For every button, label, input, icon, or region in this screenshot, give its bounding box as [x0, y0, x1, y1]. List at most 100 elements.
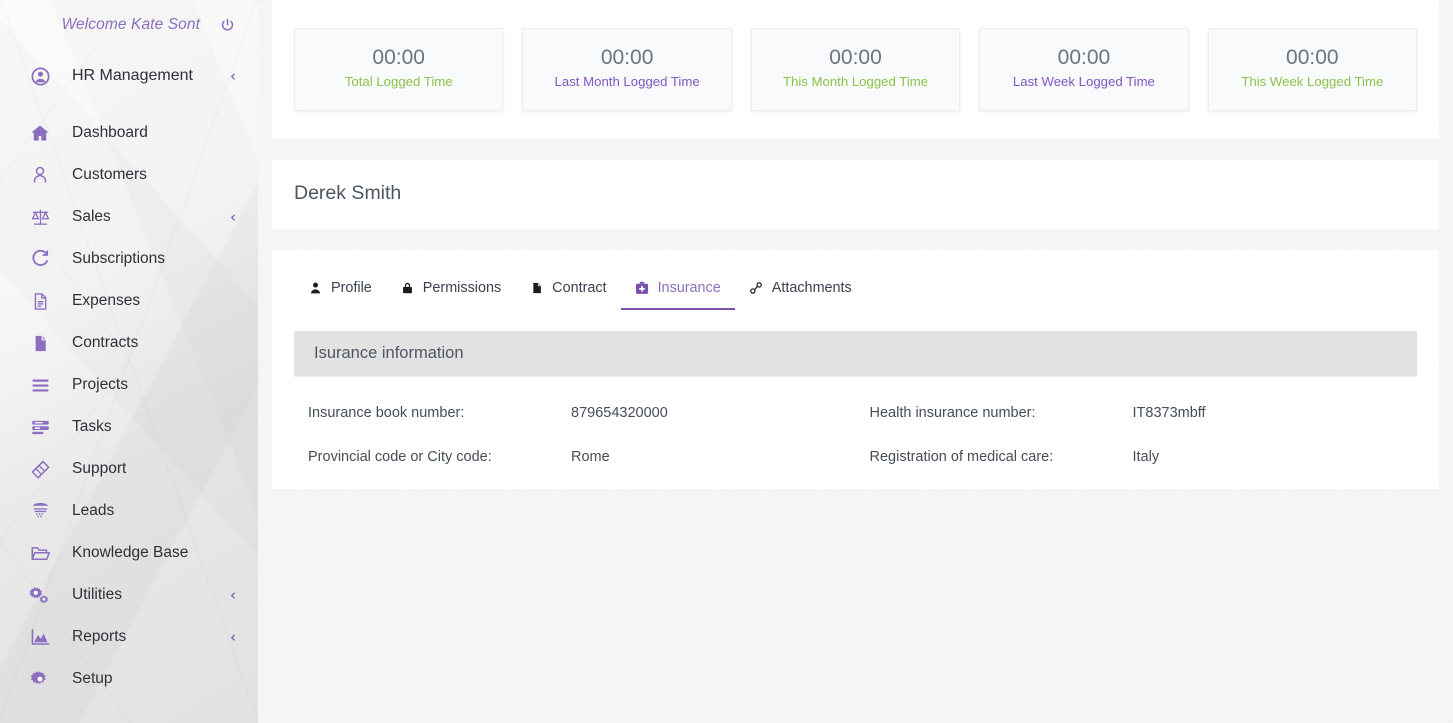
sidebar-item-label: Projects	[72, 376, 128, 393]
funnel-icon	[28, 501, 52, 522]
medkit-icon	[635, 280, 650, 295]
info-value: Italy	[1132, 448, 1160, 465]
chevron-left-icon[interactable]: ‹	[230, 68, 236, 84]
employee-header-panel: Derek Smith	[272, 159, 1439, 229]
area-chart-icon	[28, 627, 52, 648]
panel-spacer	[258, 139, 1453, 160]
sidebar-item-sales[interactable]: Sales ‹	[0, 196, 258, 238]
tab-contract[interactable]: Contract	[515, 272, 620, 310]
info-value: 879654320000	[571, 404, 668, 421]
sidebar: Welcome Kate Sont HR Management ‹ Dashbo…	[0, 0, 258, 723]
chevron-left-icon[interactable]: ‹	[230, 209, 236, 225]
stat-card-last-week-logged-time: 00:00 Last Week Logged Time	[979, 28, 1189, 111]
scales-icon	[28, 207, 52, 228]
tab-label: Attachments	[771, 279, 852, 296]
stat-card-this-month-logged-time: 00:00 This Month Logged Time	[750, 28, 961, 111]
section-divider	[294, 375, 1417, 397]
info-row: Provincial code or City code: Rome Regis…	[294, 449, 1417, 465]
chevron-left-icon[interactable]: ‹	[230, 629, 236, 645]
stat-value: 00:00	[1286, 46, 1339, 69]
stat-card-last-month-logged-time: 00:00 Last Month Logged Time	[522, 28, 732, 111]
home-icon	[28, 123, 52, 143]
section-title-insurance: Isurance information	[294, 330, 1417, 376]
info-label: Health insurance number:	[869, 404, 1036, 421]
sidebar-item-label: Sales	[72, 208, 111, 225]
sidebar-item-expenses[interactable]: Expenses	[0, 280, 258, 322]
sidebar-item-tasks[interactable]: Tasks	[0, 406, 258, 448]
stat-value: 00:00	[600, 46, 654, 69]
info-label: Provincial code or City code:	[308, 448, 492, 465]
file-lines-icon	[28, 292, 52, 311]
tasks-icon	[28, 417, 52, 438]
user-solid-icon	[308, 280, 323, 295]
stat-value: 00:00	[1057, 46, 1111, 69]
sidebar-item-label: Utilities	[72, 586, 122, 603]
sidebar-item-label: Tasks	[72, 418, 112, 435]
sidebar-item-setup[interactable]: Setup	[0, 658, 258, 700]
document-icon	[28, 334, 52, 353]
sidebar-item-label: Contracts	[72, 334, 139, 351]
main-content: 00:00 Total Logged Time 00:00 Last Month…	[258, 0, 1453, 723]
page-title: Derek Smith	[294, 181, 402, 204]
tab-permissions[interactable]: Permissions	[386, 272, 515, 310]
sidebar-item-label: Customers	[72, 166, 147, 183]
stat-label: This Month Logged Time	[782, 74, 929, 90]
paperclip-icon	[749, 280, 764, 295]
sidebar-item-subscriptions[interactable]: Subscriptions	[0, 238, 258, 280]
employee-detail-panel: Profile Permissions Contract Insurance A…	[272, 249, 1439, 489]
info-field-provincial-or-city-code: Provincial code or City code: Rome	[294, 449, 856, 465]
info-field-health-insurance-number: Health insurance number: IT8373mbff	[856, 405, 1418, 421]
stat-label: Last Month Logged Time	[554, 74, 700, 90]
user-circle-icon	[28, 66, 52, 87]
sidebar-item-label: Support	[72, 460, 127, 477]
chevron-left-icon[interactable]: ‹	[230, 587, 236, 603]
info-row: Insurance book number: 879654320000 Heal…	[294, 405, 1417, 421]
stat-label: Last Week Logged Time	[1012, 74, 1155, 90]
stat-value: 00:00	[372, 46, 425, 69]
info-value: IT8373mbff	[1132, 404, 1206, 421]
sidebar-item-hr-management[interactable]: HR Management ‹	[0, 54, 258, 98]
sidebar-item-utilities[interactable]: Utilities ‹	[0, 574, 258, 616]
insurance-info-grid: Insurance book number: 879654320000 Heal…	[272, 405, 1439, 465]
panel-spacer	[258, 229, 1453, 250]
tab-insurance[interactable]: Insurance	[620, 272, 735, 310]
bars-icon	[28, 375, 52, 396]
stat-label: Total Logged Time	[344, 74, 453, 90]
sidebar-item-support[interactable]: Support	[0, 448, 258, 490]
gear-icon	[28, 669, 52, 689]
sidebar-item-knowledge-base[interactable]: Knowledge Base	[0, 532, 258, 574]
stat-card-this-week-logged-time: 00:00 This Week Logged Time	[1207, 28, 1418, 111]
sidebar-item-label: Reports	[72, 628, 127, 645]
sidebar-item-reports[interactable]: Reports ‹	[0, 616, 258, 658]
sidebar-item-projects[interactable]: Projects	[0, 364, 258, 406]
tab-label: Contract	[552, 279, 607, 296]
user-icon	[28, 165, 52, 185]
tab-label: Insurance	[657, 279, 721, 296]
info-label: Registration of medical care:	[869, 448, 1054, 465]
power-icon[interactable]	[218, 16, 236, 34]
sidebar-item-label: Dashboard	[72, 124, 148, 141]
sidebar-item-leads[interactable]: Leads	[0, 490, 258, 532]
stat-card-total-logged-time: 00:00 Total Logged Time	[294, 28, 504, 111]
tab-label: Permissions	[422, 279, 502, 296]
sidebar-item-customers[interactable]: Customers	[0, 154, 258, 196]
welcome-row: Welcome Kate Sont	[0, 0, 258, 50]
lock-icon	[400, 280, 415, 295]
ticket-icon	[28, 459, 52, 480]
info-field-registration-of-medical-care: Registration of medical care: Italy	[856, 449, 1418, 465]
sidebar-item-label: HR Management	[72, 67, 193, 84]
sidebar-item-label: Leads	[72, 502, 115, 519]
logged-time-stats-panel: 00:00 Total Logged Time 00:00 Last Month…	[272, 0, 1439, 139]
sidebar-item-label: Subscriptions	[72, 250, 166, 267]
sidebar-item-label: Expenses	[72, 292, 141, 309]
welcome-text: Welcome Kate Sont	[61, 16, 200, 33]
sidebar-item-contracts[interactable]: Contracts	[0, 322, 258, 364]
stat-value: 00:00	[829, 46, 882, 69]
tab-bar: Profile Permissions Contract Insurance A…	[272, 250, 1439, 310]
sidebar-item-dashboard[interactable]: Dashboard	[0, 112, 258, 154]
sidebar-item-label: Knowledge Base	[72, 544, 189, 561]
tab-profile[interactable]: Profile	[294, 272, 386, 310]
tab-attachments[interactable]: Attachments	[735, 272, 866, 310]
stat-label: This Week Logged Time	[1241, 74, 1384, 90]
info-label: Insurance book number:	[308, 404, 465, 421]
